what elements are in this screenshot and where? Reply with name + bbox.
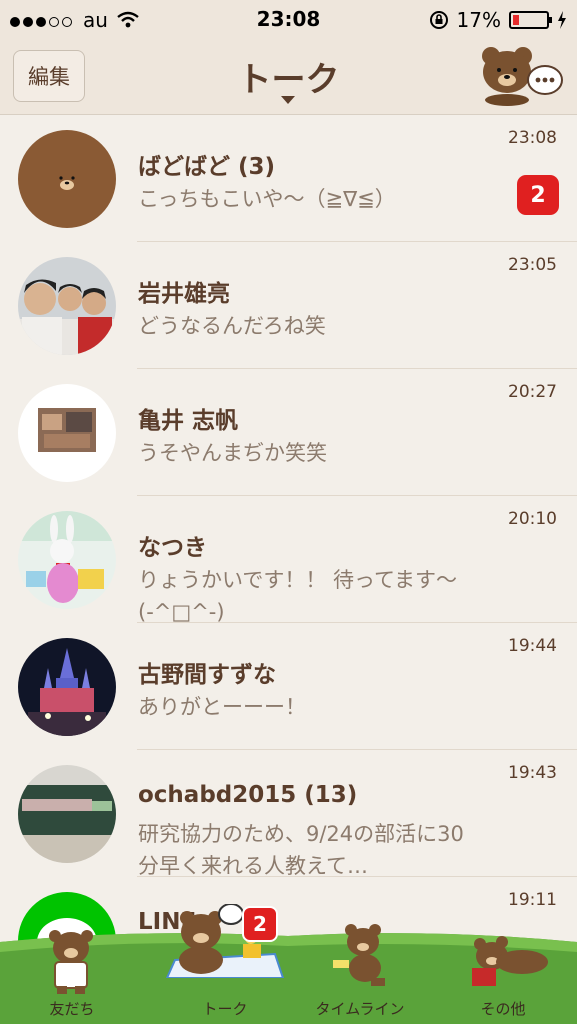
- tab-bar: 友だち 2 トーク タイムライン その他: [0, 904, 577, 1024]
- chat-message: 研究協力のため、9/24の部活に30分早く来れる人教えて…: [138, 822, 464, 878]
- brown-friends-icon: [49, 930, 93, 994]
- chat-time: 20:10: [508, 509, 557, 529]
- chat-name: 古野間すずな: [138, 662, 276, 688]
- photo-avatar-icon: [18, 257, 116, 355]
- avatar: [18, 384, 116, 482]
- tab-label: トーク: [202, 1000, 248, 1018]
- chat-name: ばどばど (3): [138, 154, 276, 180]
- tab-unread-badge: 2: [242, 906, 278, 942]
- chat-row[interactable]: なつき りょうかいです！！ 待ってます〜(-^□^-) 20:10: [0, 496, 577, 624]
- photo-avatar-icon: [18, 638, 116, 736]
- chat-time: 19:43: [508, 763, 557, 783]
- chat-message: うそやんまぢか笑笑: [138, 441, 327, 465]
- chat-name: 亀井 志帆: [138, 408, 239, 434]
- photo-avatar-icon: [18, 511, 116, 609]
- brown-timeline-icon: [333, 924, 385, 986]
- chat-time: 23:05: [508, 255, 557, 275]
- tab-talk[interactable]: 2 トーク: [160, 904, 290, 1024]
- rotation-lock-icon: [429, 11, 448, 29]
- chat-time: 19:11: [508, 890, 557, 910]
- chat-name: ochabd2015 (13): [138, 782, 358, 808]
- chat-time: 20:27: [508, 382, 557, 402]
- photo-avatar-icon: [18, 765, 116, 863]
- chat-list[interactable]: ばどばど (3) こっちもこいや〜（≧∇≦） 23:08 2 岩井雄亮 どうなる…: [0, 115, 577, 1004]
- brown-bear-avatar-icon: [18, 130, 116, 228]
- brown-more-icon: [472, 936, 548, 986]
- avatar: [18, 130, 116, 228]
- chat-row[interactable]: 亀井 志帆 うそやんまぢか笑笑 20:27: [0, 369, 577, 496]
- chat-message: こっちもこいや〜（≧∇≦）: [138, 187, 396, 211]
- chat-message: どうなるんだろね笑: [138, 314, 326, 338]
- battery-group: 17%: [429, 8, 567, 32]
- battery-icon: [509, 11, 552, 29]
- tab-label: その他: [480, 1000, 526, 1018]
- chat-row[interactable]: ochabd2015 (13) 研究協力のため、9/24の部活に30分早く来れる…: [0, 750, 577, 878]
- tab-more[interactable]: その他: [448, 928, 558, 1024]
- tab-label: 友だち: [49, 1000, 95, 1018]
- chat-row[interactable]: ばどばど (3) こっちもこいや〜（≧∇≦） 23:08 2: [0, 115, 577, 242]
- unread-badge: 2: [517, 175, 559, 215]
- chat-message: りょうかいです！！ 待ってます〜(-^□^-): [138, 568, 457, 624]
- avatar: [18, 257, 116, 355]
- battery-percent: 17%: [456, 8, 501, 32]
- tab-timeline[interactable]: タイムライン: [305, 924, 415, 1024]
- charging-icon: [558, 11, 566, 29]
- status-bar: au 23:08 17%: [0, 0, 577, 38]
- chevron-down-icon[interactable]: [281, 96, 295, 104]
- new-chat-brown-icon[interactable]: [479, 42, 565, 106]
- chat-name: 岩井雄亮: [138, 281, 230, 307]
- chat-row[interactable]: 岩井雄亮 どうなるんだろね笑 23:05: [0, 242, 577, 369]
- tab-label: タイムライン: [315, 1000, 405, 1018]
- chat-time: 23:08: [508, 128, 557, 148]
- photo-avatar-icon: [18, 384, 116, 482]
- chat-name: なつき: [138, 535, 207, 561]
- chat-message: ありがとーーー！: [138, 695, 306, 719]
- avatar: [18, 511, 116, 609]
- avatar: [18, 638, 116, 736]
- tab-friends[interactable]: 友だち: [17, 928, 127, 1024]
- chat-time: 19:44: [508, 636, 557, 656]
- header: 編集 トーク: [0, 38, 577, 115]
- avatar: [18, 765, 116, 863]
- chat-row[interactable]: 古野間すずな ありがとーーー！ 19:44: [0, 623, 577, 750]
